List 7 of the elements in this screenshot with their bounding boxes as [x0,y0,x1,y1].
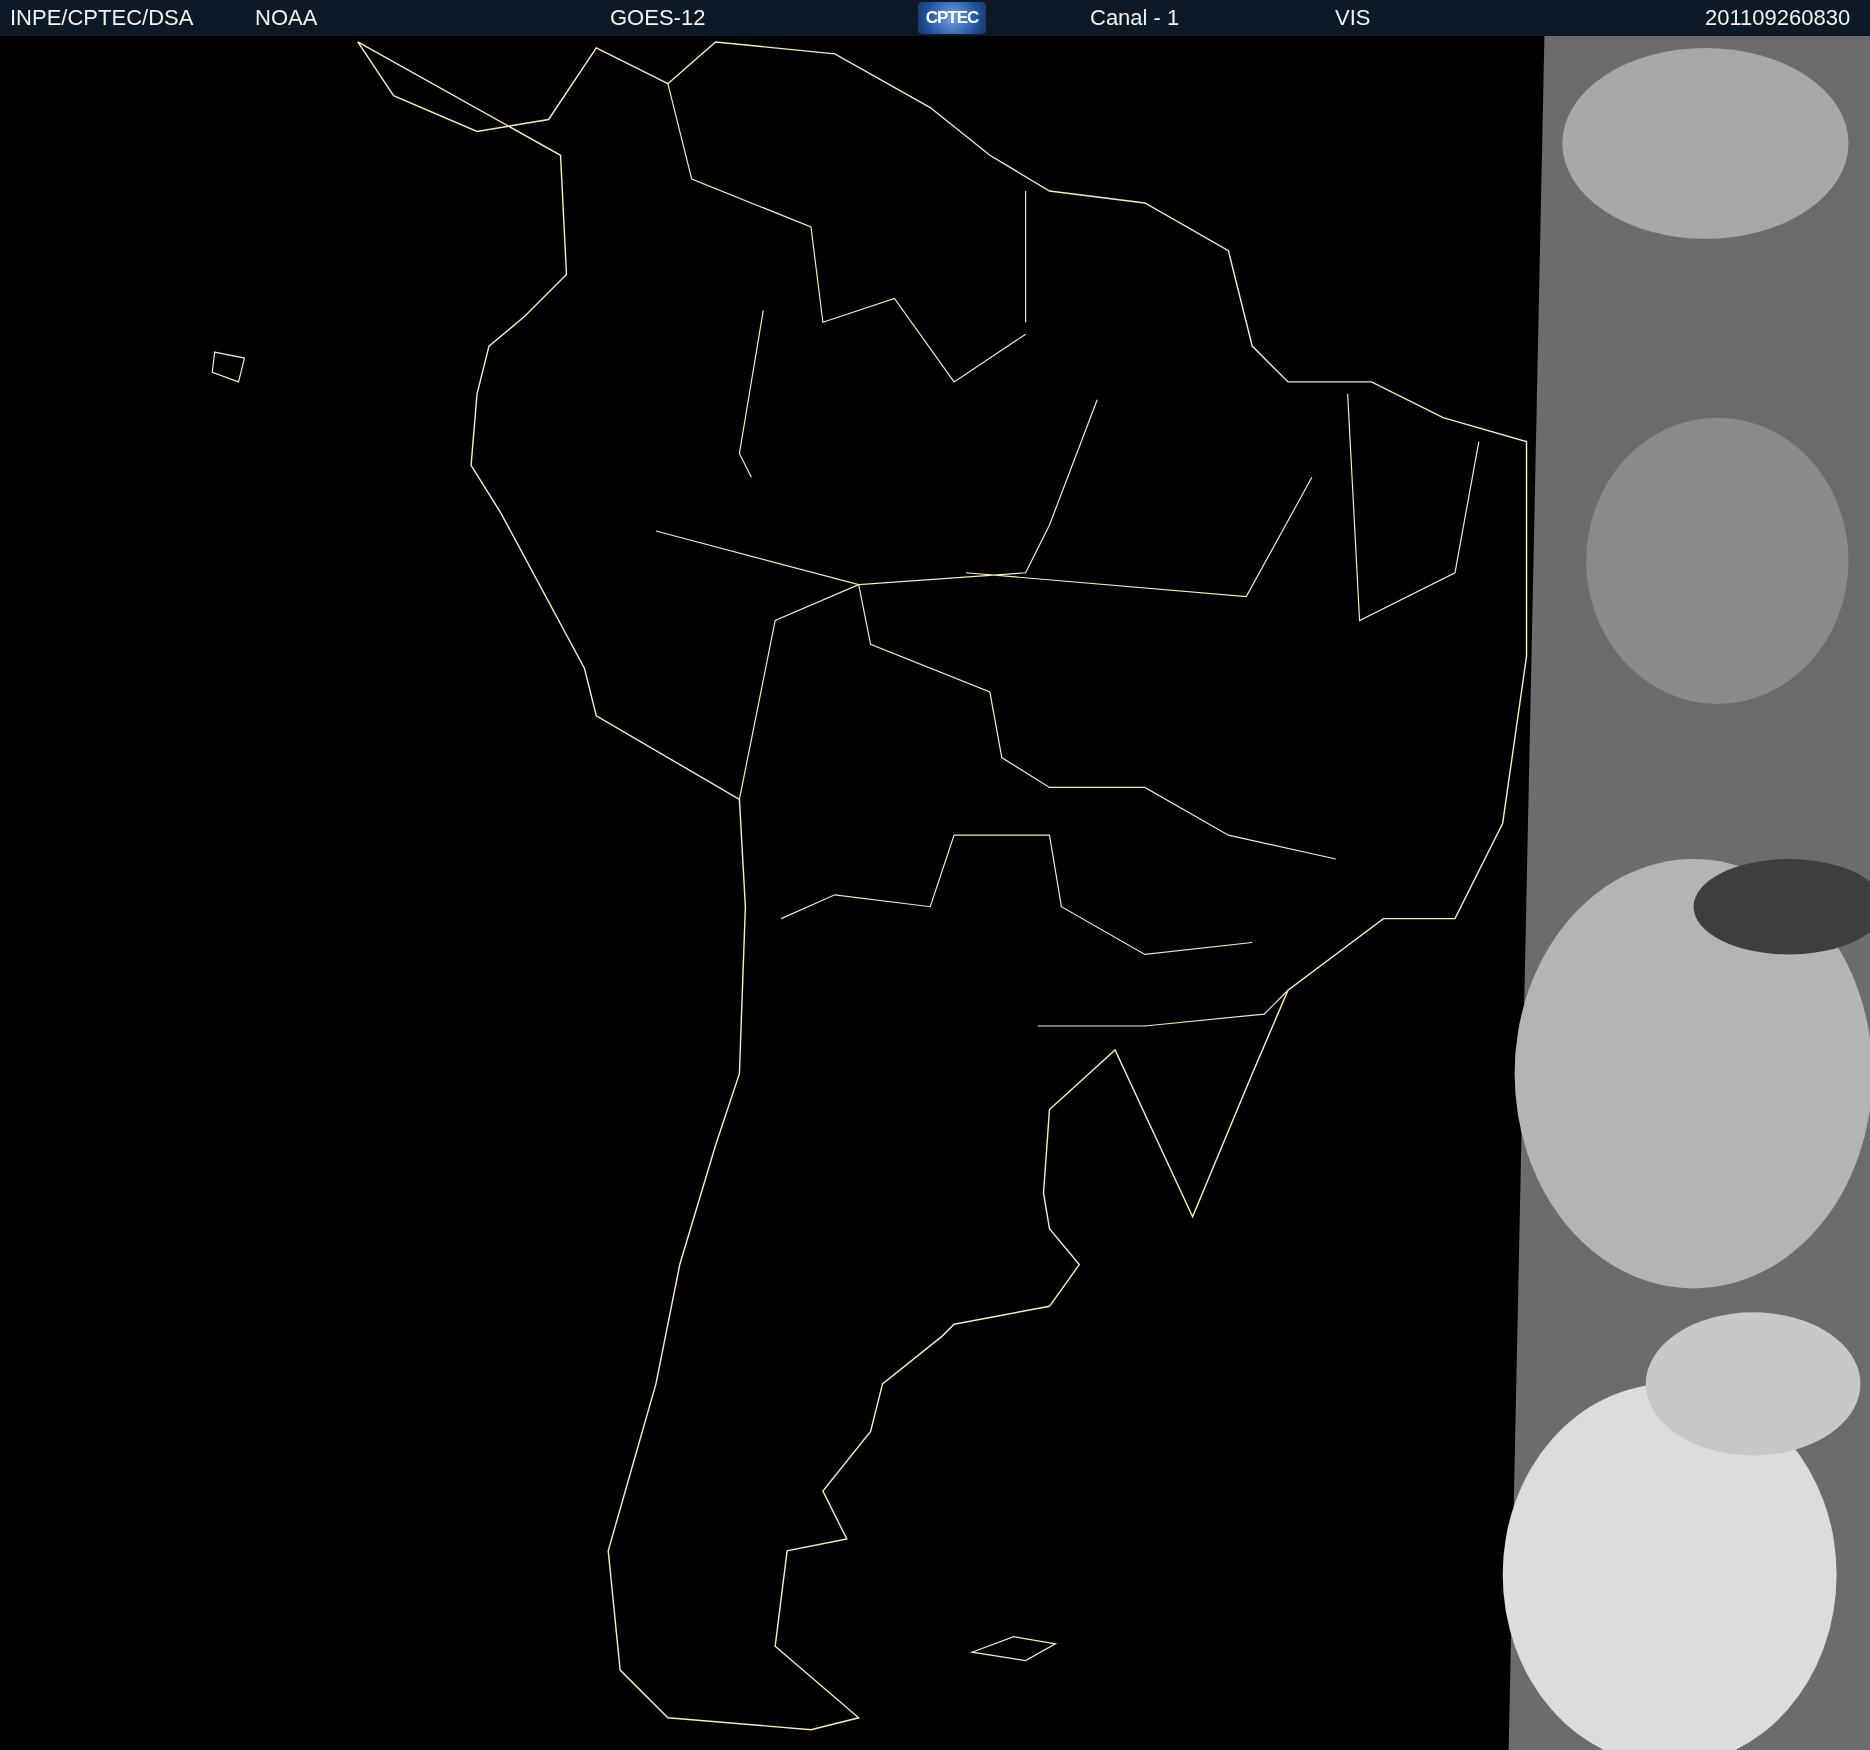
source-label: INPE/CPTEC/DSA [9,5,194,30]
logo-icon: CPTEC [918,2,986,34]
satellite-label: GOES-12 [609,5,706,30]
timestamp-label: 201109260830 [1704,5,1851,30]
channel-label: Canal - 1 [1089,5,1180,30]
band-label: VIS [1334,5,1371,30]
agency-label: NOAA [254,5,318,30]
